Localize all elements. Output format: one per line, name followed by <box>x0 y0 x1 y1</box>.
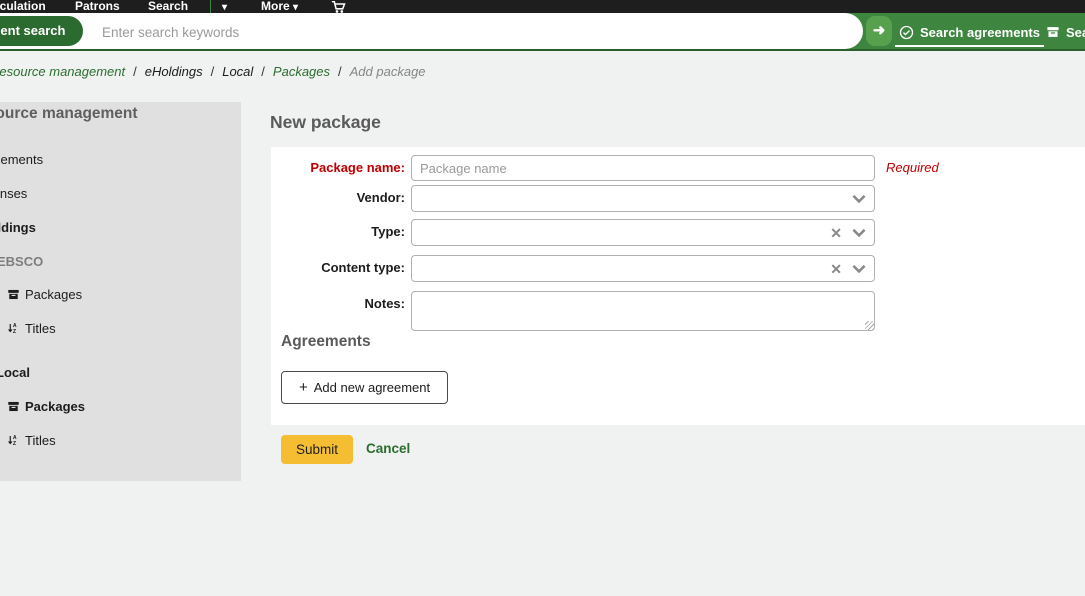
breadcrumb-separator: / <box>261 64 265 79</box>
content-type-select[interactable]: ✕ <box>411 255 875 282</box>
package-box-icon <box>7 288 20 301</box>
sidebar-item-agreements[interactable]: Agreements <box>0 152 43 167</box>
breadcrumb-separator: / <box>211 64 215 79</box>
sidebar-item-label: Packages <box>25 287 82 302</box>
arrow-right-icon: ➜ <box>873 22 886 39</box>
chevron-down-icon <box>851 192 867 206</box>
package-box-icon <box>1046 25 1060 39</box>
check-circle-icon <box>899 25 914 40</box>
package-name-input[interactable] <box>411 155 875 181</box>
breadcrumb-separator: / <box>338 64 342 79</box>
clear-icon[interactable]: ✕ <box>830 260 842 278</box>
required-note: Required <box>886 160 939 175</box>
sort-alpha-icon: AZ <box>7 434 20 447</box>
sidebar-item-label: eHoldings <box>0 220 36 235</box>
search-type-tab[interactable]: Agreement search <box>0 16 83 46</box>
notes-label: Notes: <box>271 296 405 311</box>
search-bar: Agreement search ➜ Search agreements Sea… <box>0 13 1085 51</box>
vendor-select[interactable] <box>411 185 875 212</box>
top-nav: Circulation Patrons Search ▾ More ▾ <box>0 0 1085 13</box>
cart-button[interactable] <box>331 1 346 13</box>
breadcrumb-packages[interactable]: Packages <box>273 64 330 79</box>
chevron-down-icon <box>851 226 867 240</box>
sidebar-section-label: Local <box>0 365 30 380</box>
sidebar-item-label: Licenses <box>0 186 27 201</box>
nav-item-circulation[interactable]: Circulation <box>0 0 46 13</box>
nav-item-more-label: More <box>261 0 290 13</box>
type-label: Type: <box>271 224 405 239</box>
breadcrumb: Resource management / eHoldings / Local … <box>0 64 426 79</box>
breadcrumb-local: Local <box>222 64 253 79</box>
cancel-link[interactable]: Cancel <box>366 441 410 456</box>
search-packages-label: Search packages <box>1066 25 1085 40</box>
search-agreements-label: Search agreements <box>920 25 1040 40</box>
clear-icon[interactable]: ✕ <box>830 224 842 242</box>
sidebar-item-ebsco-titles[interactable]: AZ Titles <box>7 321 56 336</box>
sidebar: Resource management Agreements Licenses … <box>0 102 241 481</box>
nav-item-search[interactable]: Search <box>148 0 188 13</box>
sidebar-item-label: Packages <box>25 399 85 414</box>
breadcrumb-separator: / <box>133 64 137 79</box>
nav-item-patrons[interactable]: Patrons <box>75 0 120 13</box>
breadcrumb-eholdings: eHoldings <box>145 64 203 79</box>
new-package-form: Package name: Required Vendor: Type: ✕ C… <box>271 147 1085 425</box>
sidebar-item-label: Agreements <box>0 152 43 167</box>
chevron-down-icon: ▾ <box>222 2 227 13</box>
svg-text:A: A <box>13 323 17 329</box>
sidebar-item-local-titles[interactable]: AZ Titles <box>7 433 56 448</box>
sidebar-item-local-packages[interactable]: Packages <box>7 399 85 414</box>
svg-text:A: A <box>13 435 17 441</box>
agreements-heading: Agreements <box>281 333 371 351</box>
breadcrumb-resource-management[interactable]: Resource management <box>0 64 125 79</box>
resize-handle[interactable] <box>865 321 874 330</box>
sidebar-item-eholdings[interactable]: eHoldings <box>0 220 36 235</box>
sidebar-item-label: Titles <box>25 321 56 336</box>
sidebar-section-ebsco[interactable]: EBSCO <box>0 254 43 269</box>
nav-dropdown-toggle[interactable]: ▾ <box>222 0 227 13</box>
add-new-agreement-label: Add new agreement <box>314 380 430 395</box>
sidebar-section-label: EBSCO <box>0 254 43 269</box>
sidebar-item-licenses[interactable]: Licenses <box>0 186 27 201</box>
cart-icon <box>331 1 346 13</box>
svg-text:Z: Z <box>13 329 17 335</box>
search-field <box>0 13 863 49</box>
add-new-agreement-button[interactable]: + Add new agreement <box>281 371 448 404</box>
sidebar-item-label: Titles <box>25 433 56 448</box>
notes-textarea[interactable] <box>411 291 875 331</box>
sidebar-section-local[interactable]: Local <box>0 365 30 380</box>
breadcrumb-current-add-package: Add package <box>350 64 426 79</box>
search-input[interactable] <box>100 13 804 51</box>
submit-button[interactable]: Submit <box>281 435 353 464</box>
nav-item-more[interactable]: More ▾ <box>261 0 298 13</box>
nav-divider <box>210 0 211 13</box>
sort-alpha-icon: AZ <box>7 322 20 335</box>
search-packages-link[interactable]: Search packages <box>1046 21 1085 43</box>
svg-text:Z: Z <box>13 441 17 447</box>
sidebar-heading: Resource management <box>0 105 138 123</box>
chevron-down-icon <box>851 262 867 276</box>
type-select[interactable]: ✕ <box>411 219 875 246</box>
content-type-label: Content type: <box>271 260 405 275</box>
search-submit-button[interactable]: ➜ <box>866 16 892 46</box>
vendor-label: Vendor: <box>271 190 405 205</box>
package-box-icon <box>7 400 20 413</box>
package-name-label: Package name: <box>271 160 405 175</box>
page-title: New package <box>270 112 381 133</box>
app-root: Circulation Patrons Search ▾ More ▾ Agre… <box>0 0 1085 596</box>
chevron-down-icon: ▾ <box>293 2 298 13</box>
sidebar-item-ebsco-packages[interactable]: Packages <box>7 287 82 302</box>
search-agreements-link[interactable]: Search agreements <box>899 21 1040 43</box>
plus-icon: + <box>299 379 308 396</box>
